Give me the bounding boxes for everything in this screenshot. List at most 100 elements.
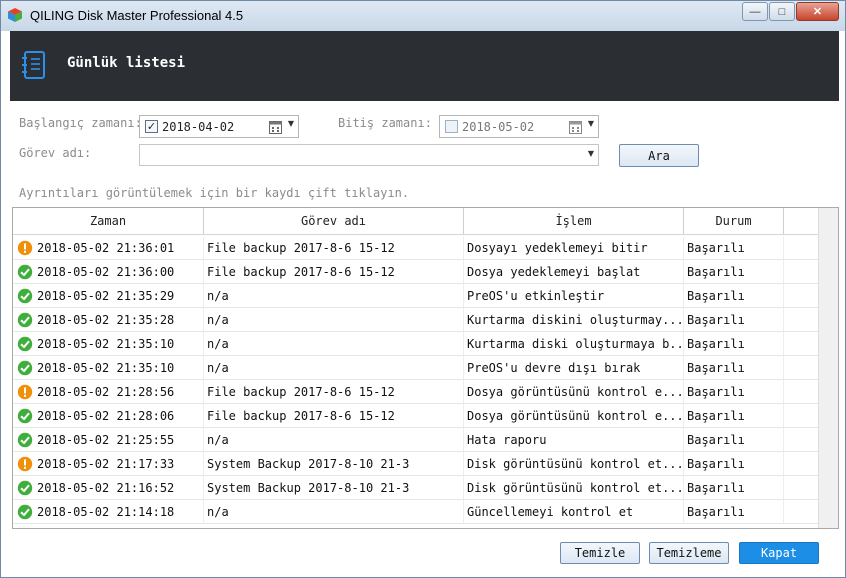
cell-task: n/a	[204, 308, 464, 331]
cell-time: 2018-05-02 21:35:10	[13, 332, 204, 355]
vertical-scrollbar[interactable]	[818, 208, 838, 528]
column-header-status[interactable]: Durum	[684, 208, 784, 234]
cell-status: Başarılı	[684, 236, 784, 259]
calendar-icon[interactable]	[569, 120, 582, 134]
cell-status: Başarılı	[684, 404, 784, 427]
cell-time-text: 2018-05-02 21:17:33	[37, 456, 175, 471]
cell-operation-text: Disk görüntüsünü kontrol et...	[467, 456, 684, 471]
cell-operation: Hata raporu	[464, 428, 684, 451]
table-row[interactable]: 2018-05-02 21:36:00 File backup 2017-8-6 …	[13, 260, 819, 284]
column-header-operation[interactable]: İşlem	[464, 208, 684, 234]
start-date-value: 2018-04-02	[162, 120, 235, 134]
cell-operation-text: Dosya yedeklemeyi başlat	[467, 264, 641, 279]
success-check-icon	[17, 408, 33, 423]
page-header: Günlük listesi	[10, 31, 839, 101]
cell-task-text: n/a	[207, 336, 229, 351]
page-title: Günlük listesi	[67, 55, 186, 71]
task-name-label: Görev adı:	[19, 146, 92, 160]
cell-time-text: 2018-05-02 21:35:28	[37, 312, 175, 327]
cell-time-text: 2018-05-02 21:28:56	[37, 384, 175, 399]
search-button[interactable]: Ara	[619, 144, 699, 167]
table-row[interactable]: 2018-05-02 21:35:28 n/a Kurtarma diskini o…	[13, 308, 819, 332]
close-window-button[interactable]: ✕	[796, 2, 839, 21]
cell-task-text: File backup 2017-8-6 15-12	[207, 264, 395, 279]
cell-time: 2018-05-02 21:36:00	[13, 260, 204, 283]
cell-operation: Dosyayı yedeklemeyi bitir	[464, 236, 684, 259]
table-row[interactable]: 2018-05-02 21:36:01 File backup 2017-8-6 …	[13, 236, 819, 260]
cell-status-text: Başarılı	[687, 360, 745, 375]
table-row[interactable]: 2018-05-02 21:17:33 System Backup 2017-8-…	[13, 452, 819, 476]
chevron-down-icon[interactable]: ▼	[588, 149, 594, 158]
cell-task-text: n/a	[207, 312, 229, 327]
cell-status-text: Başarılı	[687, 240, 745, 255]
cell-operation: PreOS'u devre dışı bırak	[464, 356, 684, 379]
success-check-icon	[17, 480, 33, 495]
warning-icon	[17, 240, 33, 255]
cell-operation-text: Disk görüntüsünü kontrol et...	[467, 480, 684, 495]
table-row[interactable]: 2018-05-02 21:35:10 n/a PreOS'u devre dışı…	[13, 356, 819, 380]
task-name-combobox[interactable]: ▼	[139, 144, 599, 166]
success-check-icon	[17, 360, 33, 375]
cell-task: n/a	[204, 500, 464, 523]
success-check-icon	[17, 432, 33, 447]
table-row[interactable]: 2018-05-02 21:25:55 n/a Hata raporu Başarıl…	[13, 428, 819, 452]
cell-operation: Dosya görüntüsünü kontrol e...	[464, 404, 684, 427]
success-check-icon	[17, 336, 33, 351]
cell-time: 2018-05-02 21:35:29	[13, 284, 204, 307]
cell-status-text: Başarılı	[687, 408, 745, 423]
clear-all-button[interactable]: Temizleme	[649, 542, 729, 564]
end-date-checkbox[interactable]	[445, 120, 458, 133]
cell-status-text: Başarılı	[687, 312, 745, 327]
cell-operation-text: PreOS'u devre dışı bırak	[467, 360, 641, 375]
cell-time: 2018-05-02 21:14:18	[13, 500, 204, 523]
app-logo-icon	[8, 8, 22, 22]
maximize-button[interactable]: □	[769, 2, 795, 21]
cell-task-text: System Backup 2017-8-10 21-3	[207, 456, 410, 471]
cell-time: 2018-05-02 21:28:56	[13, 380, 204, 403]
cell-task-text: File backup 2017-8-6 15-12	[207, 408, 395, 423]
cell-time-text: 2018-05-02 21:35:29	[37, 288, 175, 303]
close-button[interactable]: Kapat	[739, 542, 819, 564]
cell-task: n/a	[204, 428, 464, 451]
cell-operation-text: Dosya görüntüsünü kontrol e...	[467, 408, 684, 423]
cell-status-text: Başarılı	[687, 480, 745, 495]
cell-time-text: 2018-05-02 21:14:18	[37, 504, 175, 519]
cell-time: 2018-05-02 21:35:10	[13, 356, 204, 379]
column-header-time[interactable]: Zaman	[13, 208, 204, 234]
table-row[interactable]: 2018-05-02 21:16:52 System Backup 2017-8-…	[13, 476, 819, 500]
cell-status-text: Başarılı	[687, 456, 745, 471]
cell-operation-text: Dosyayı yedeklemeyi bitir	[467, 240, 648, 255]
cell-time-text: 2018-05-02 21:25:55	[37, 432, 175, 447]
clear-button[interactable]: Temizle	[560, 542, 640, 564]
cell-task: File backup 2017-8-6 15-12	[204, 404, 464, 427]
log-table[interactable]: Zaman Görev adı İşlem Durum 2018-05-02 2…	[12, 207, 839, 529]
hint-text: Ayrıntıları görüntülemek için bir kaydı …	[19, 186, 410, 200]
table-row[interactable]: 2018-05-02 21:28:06 File backup 2017-8-6 …	[13, 404, 819, 428]
cell-status: Başarılı	[684, 260, 784, 283]
cell-time: 2018-05-02 21:28:06	[13, 404, 204, 427]
table-row[interactable]: 2018-05-02 21:35:10 n/a Kurtarma diski olu…	[13, 332, 819, 356]
cell-operation: Kurtarma diski oluşturmaya b...	[464, 332, 684, 355]
table-row[interactable]: 2018-05-02 21:14:18 n/a Güncellemeyi kontr…	[13, 500, 819, 524]
cell-task: n/a	[204, 332, 464, 355]
cell-time-text: 2018-05-02 21:35:10	[37, 336, 175, 351]
end-date-picker[interactable]: 2018-05-02 ▼	[439, 115, 599, 138]
app-window: QILING Disk Master Professional 4.5 — □ …	[0, 0, 846, 578]
start-date-checkbox[interactable]: ✓	[145, 120, 158, 133]
table-row[interactable]: 2018-05-02 21:35:29 n/a PreOS'u etkinleşti…	[13, 284, 819, 308]
cell-status-text: Başarılı	[687, 384, 745, 399]
cell-task-text: File backup 2017-8-6 15-12	[207, 240, 395, 255]
table-row[interactable]: 2018-05-02 21:28:56 File backup 2017-8-6 …	[13, 380, 819, 404]
window-controls: — □ ✕	[741, 2, 839, 21]
column-header-task[interactable]: Görev adı	[204, 208, 464, 234]
title-bar[interactable]: QILING Disk Master Professional 4.5 — □ …	[1, 1, 845, 31]
minimize-button[interactable]: —	[742, 2, 768, 21]
start-date-picker[interactable]: ✓ 2018-04-02 ▼	[139, 115, 299, 138]
cell-task-text: System Backup 2017-8-10 21-3	[207, 480, 410, 495]
cell-time: 2018-05-02 21:25:55	[13, 428, 204, 451]
chevron-down-icon[interactable]: ▼	[588, 119, 594, 128]
cell-status: Başarılı	[684, 476, 784, 499]
cell-operation-text: Dosya görüntüsünü kontrol e...	[467, 384, 684, 399]
chevron-down-icon[interactable]: ▼	[288, 119, 294, 128]
calendar-icon[interactable]	[269, 120, 282, 134]
